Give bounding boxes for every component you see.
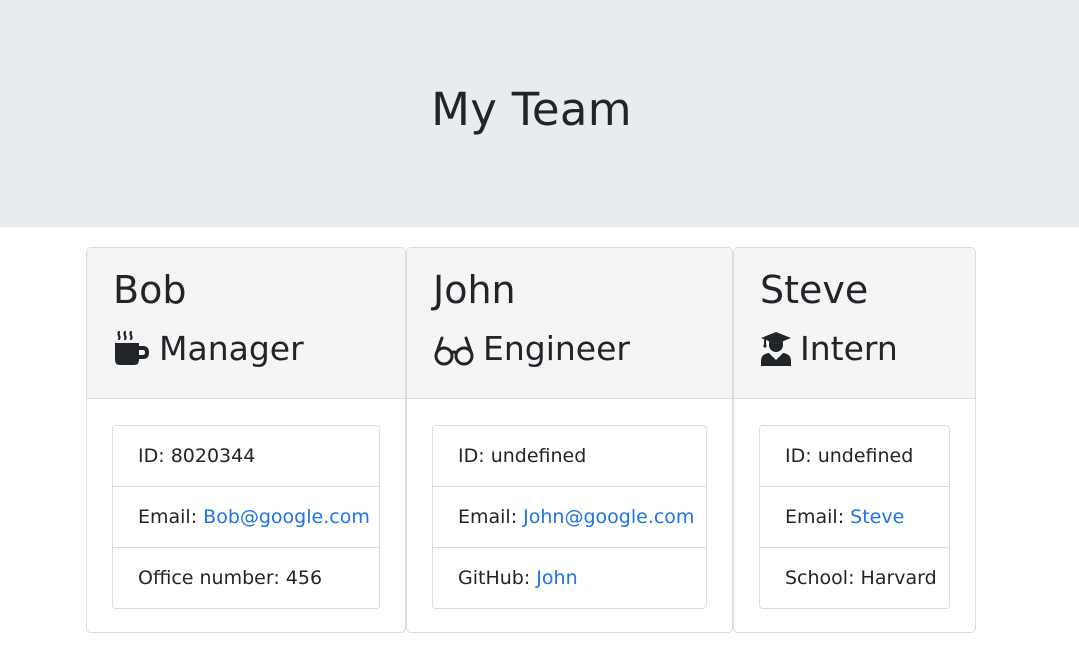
employee-name: John: [433, 268, 516, 312]
id-value: 8020344: [170, 445, 256, 467]
role-label: Manager: [159, 329, 304, 368]
info-list: ID: 8020344 Email: Bob@google.com Office…: [112, 425, 380, 609]
employee-role: Intern: [760, 328, 898, 370]
glasses-icon: [433, 330, 475, 368]
id-item: ID: undefined: [760, 426, 949, 487]
role-label: Engineer: [483, 329, 630, 368]
id-item: ID: 8020344: [113, 426, 379, 487]
employee-role: Manager: [113, 328, 304, 370]
employee-card-engineer: John Engineer ID: undefined Email: John@…: [406, 247, 733, 633]
page-title: My Team: [431, 83, 632, 136]
graduate-icon: [760, 330, 792, 368]
id-value: undefined: [490, 445, 587, 467]
employee-card-manager: Bob Manager ID: 8020344 Email: Bob@googl…: [86, 247, 406, 633]
email-item: Email: Steve: [760, 487, 949, 548]
office-number-item: Office number: 456: [138, 567, 323, 589]
github-item: GitHub: John: [458, 567, 578, 589]
info-list: ID: undefined Email: John@google.com Git…: [432, 425, 707, 609]
school-value: Harvard: [860, 567, 937, 589]
employee-card-intern: Steve Intern ID: undefined Email: Steve …: [733, 247, 976, 633]
email-item: Email: Bob@google.com: [113, 487, 379, 548]
employee-name: Bob: [113, 268, 187, 312]
office-number-value: 456: [285, 567, 323, 589]
github-link[interactable]: John: [536, 567, 577, 589]
employee-name: Steve: [760, 268, 869, 312]
email-link[interactable]: Steve: [850, 506, 904, 528]
card-header: Bob Manager: [87, 248, 405, 399]
email-item: Email: John@google.com: [433, 487, 706, 548]
employee-role: Engineer: [433, 328, 630, 370]
id-item: ID: undefined: [433, 426, 706, 487]
card-header: John Engineer: [407, 248, 732, 399]
info-list: ID: undefined Email: Steve School: Harva…: [759, 425, 950, 609]
school-item: School: Harvard: [785, 567, 937, 589]
role-label: Intern: [800, 329, 898, 368]
id-value: undefined: [817, 445, 914, 467]
email-link[interactable]: John@google.com: [523, 506, 694, 528]
card-header: Steve Intern: [734, 248, 975, 399]
header-jumbotron: My Team: [0, 0, 1079, 227]
mug-icon: [113, 330, 151, 368]
email-link[interactable]: Bob@google.com: [203, 506, 370, 528]
